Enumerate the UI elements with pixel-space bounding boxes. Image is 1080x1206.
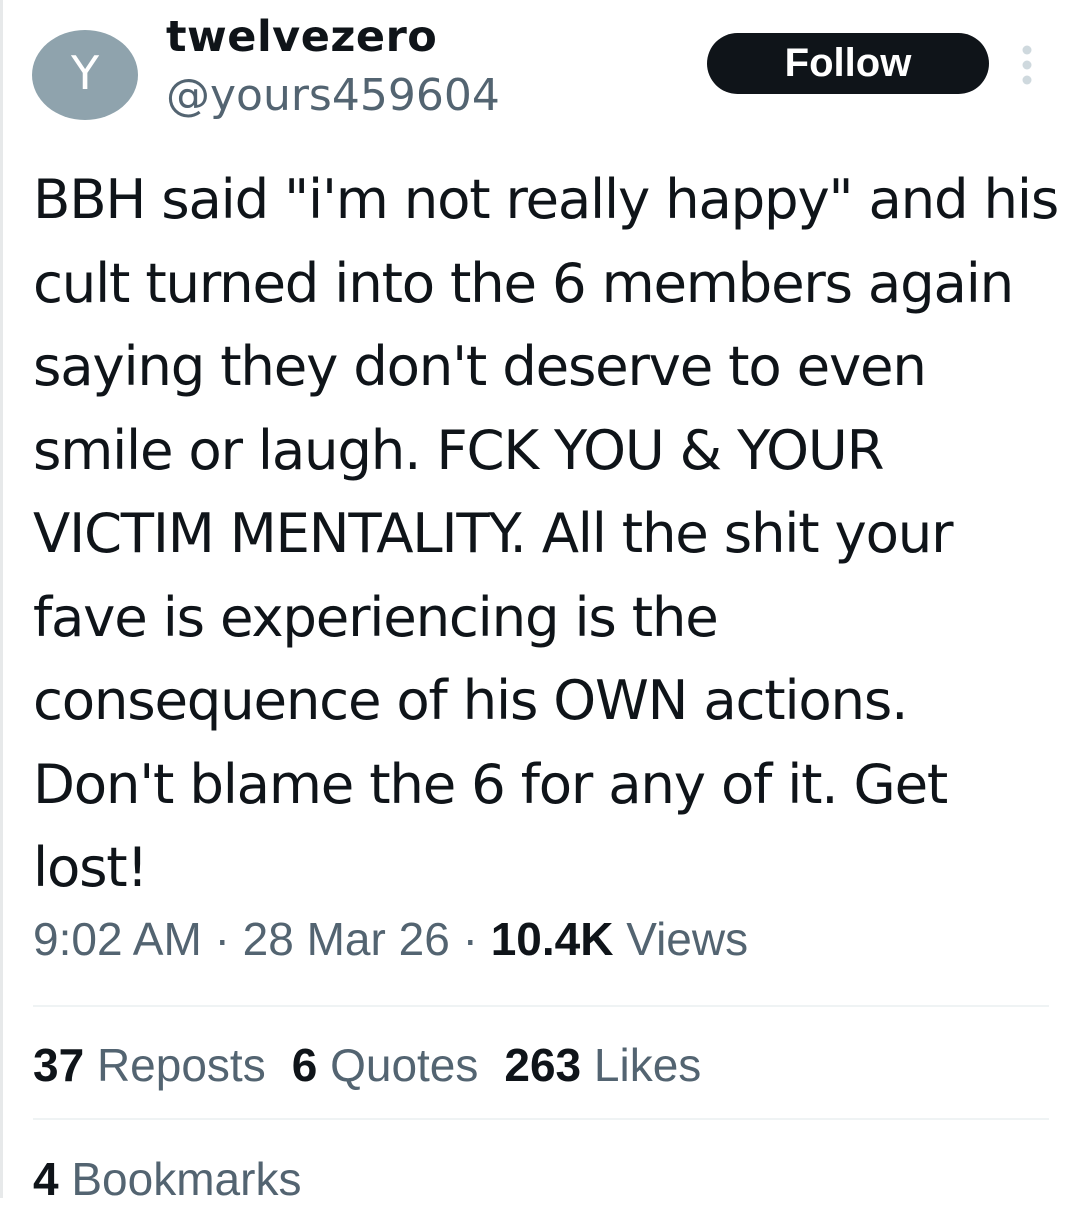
tweet-meta: 9:02 AM · 28 Mar 26 · 10.4K Views <box>33 912 748 966</box>
vertical-dots-icon <box>1022 45 1032 85</box>
meta-separator: · <box>214 913 230 965</box>
reposts-label: Reposts <box>96 1039 266 1091</box>
display-name[interactable]: twelvezero <box>166 12 437 62</box>
bookmarks-count: 4 <box>33 1153 59 1205</box>
likes-count: 263 <box>504 1039 582 1091</box>
tweet-header: Y twelvezero @yours459604 Follow <box>0 0 1080 140</box>
tweet-date[interactable]: 28 Mar 26 <box>243 913 450 965</box>
left-border <box>0 0 3 1198</box>
divider <box>33 1005 1049 1007</box>
quotes-stat[interactable]: 6 Quotes <box>292 1038 479 1092</box>
meta-separator: · <box>462 913 478 965</box>
likes-stat[interactable]: 263 Likes <box>504 1038 701 1092</box>
avatar[interactable]: Y <box>32 30 138 120</box>
more-options-button[interactable] <box>1014 44 1040 86</box>
follow-button[interactable]: Follow <box>707 33 989 94</box>
reposts-count: 37 <box>33 1039 85 1091</box>
views-count: 10.4K <box>490 913 614 965</box>
quotes-label: Quotes <box>330 1039 479 1091</box>
quotes-count: 6 <box>291 1039 318 1091</box>
user-handle[interactable]: @yours459604 <box>166 70 500 121</box>
bookmarks-label: Bookmarks <box>71 1153 302 1205</box>
reposts-stat[interactable]: 37 Reposts <box>33 1038 266 1092</box>
tweet-time[interactable]: 9:02 AM <box>33 913 202 965</box>
engagement-stats: 37 Reposts 6 Quotes 263 Likes <box>33 1038 727 1092</box>
views-label: Views <box>626 913 749 965</box>
divider <box>33 1118 1049 1120</box>
tweet-text: BBH said "i'm not really happy" and his … <box>33 167 1059 899</box>
likes-label: Likes <box>593 1039 702 1091</box>
